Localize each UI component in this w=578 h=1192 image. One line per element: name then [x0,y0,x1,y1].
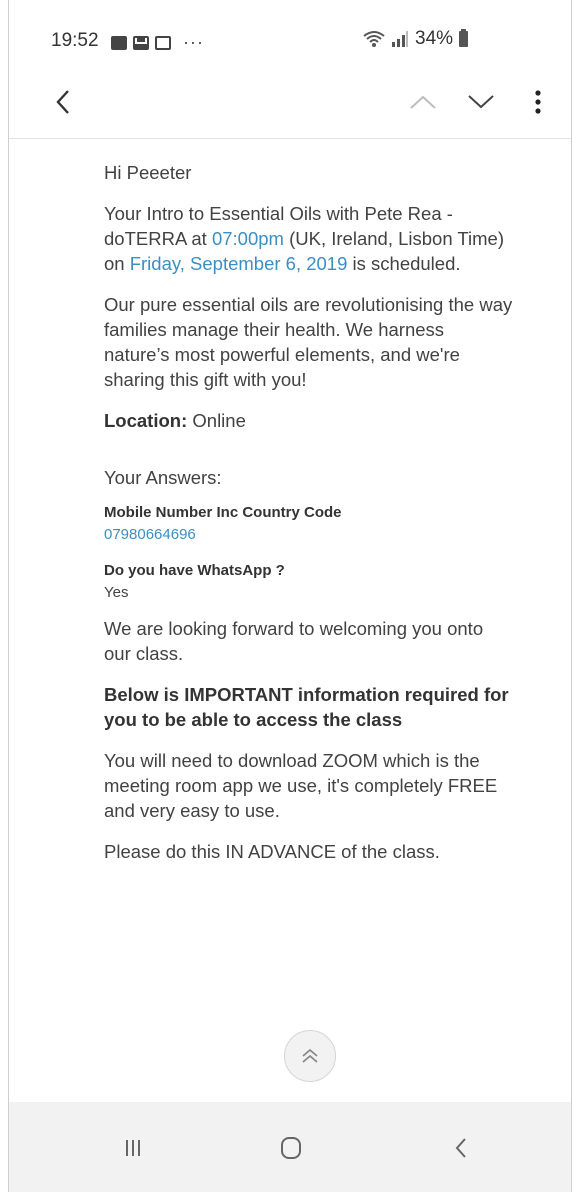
email-toolbar [9,72,571,139]
chevron-down-icon [468,95,494,109]
chevron-up-icon [410,95,436,109]
recent-apps-icon [126,1140,140,1156]
battery-icon [459,29,469,47]
answer-2-value: Yes [104,584,129,601]
date-link[interactable]: Friday, September 6, 2019 [130,253,348,274]
message-icon [155,35,171,50]
time-link[interactable]: 07:00pm [212,228,284,249]
nav-back-icon [455,1138,466,1158]
schedule-paragraph: Your Intro to Essential Oils with Pete R… [104,201,514,276]
navigation-bar [9,1102,571,1192]
back-arrow-icon [56,90,69,114]
location-line: Location: Online [104,408,514,433]
mail-icon [133,35,149,50]
answers-heading: Your Answers: [104,467,222,488]
home-icon [281,1137,301,1159]
more-notifications: ··· [183,32,204,52]
status-bar: 19:52 ··· 34% [9,0,571,72]
phone-number-link[interactable]: 07980664696 [104,524,514,546]
battery-percent: 34% [415,28,454,49]
wifi-icon [363,31,385,47]
zoom-paragraph: You will need to download ZOOM which is … [104,750,498,821]
previous-email-button[interactable] [403,82,443,122]
welcome-paragraph: We are looking forward to welcoming you … [104,618,484,664]
home-button[interactable] [267,1124,315,1172]
answer-1-label: Mobile Number Inc Country Code [104,504,342,521]
important-heading: Below is IMPORTANT information required … [104,684,509,730]
scroll-to-top-button[interactable] [284,1030,336,1082]
recent-apps-button[interactable] [109,1124,157,1172]
advance-paragraph: Please do this IN ADVANCE of the class. [104,841,440,862]
next-email-button[interactable] [461,82,501,122]
system-status: 34% [363,28,469,50]
nav-back-button[interactable] [437,1124,485,1172]
double-chevron-up-icon [302,1048,318,1063]
back-button[interactable] [43,82,83,122]
phone-frame: 19:52 ··· 34% Hi Peeeter Your Intro to E… [8,0,572,1192]
schedule-text-c: is scheduled. [347,253,461,274]
intro-paragraph: Our pure essential oils are revolutionis… [104,294,513,390]
more-vert-icon [535,90,541,114]
status-time: 19:52 [51,30,99,51]
location-label: Location: [104,410,188,431]
more-options-button[interactable] [523,82,553,122]
answer-2-label: Do you have WhatsApp ? [104,562,285,579]
notification-icons: ··· [111,32,204,53]
image-icon [111,35,127,50]
signal-icon [392,31,408,47]
email-body: Hi Peeeter Your Intro to Essential Oils … [104,160,514,880]
greeting: Hi Peeeter [104,162,192,183]
location-value: Online [187,410,246,431]
